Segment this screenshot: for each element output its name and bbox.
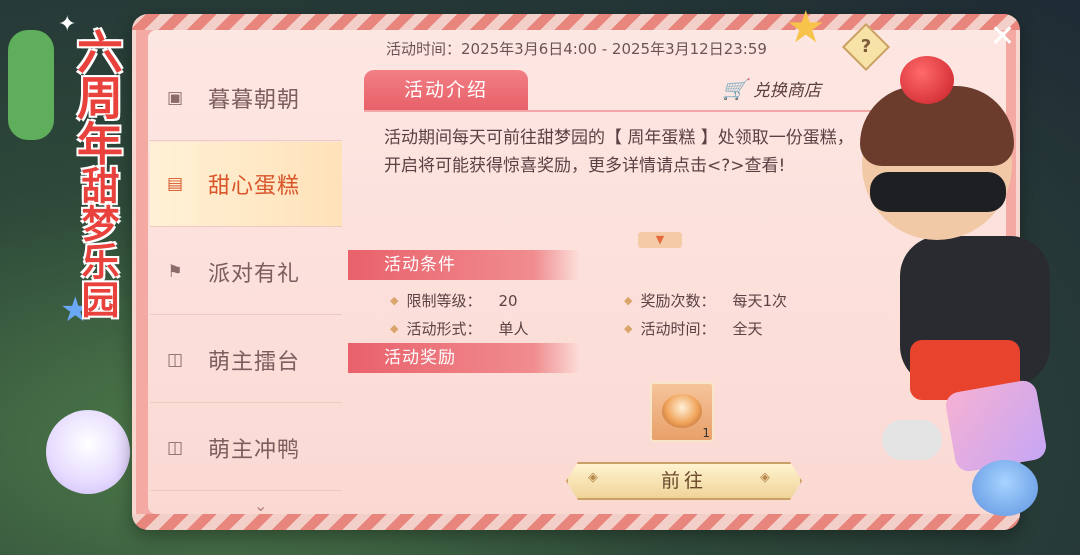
event-time: 活动时间：2025年3月6日4:00 - 2025年3月12日23:59 xyxy=(386,40,767,58)
condition-reward-count: ◆ 奖励次数： 每天1次 xyxy=(624,290,787,311)
cake-box-icon: ▤ xyxy=(166,174,184,194)
scroll-down-icon[interactable]: ⌄ xyxy=(254,496,267,515)
sidebar-item-arena[interactable]: ◫ 萌主擂台 xyxy=(150,318,342,403)
condition-key: 限制等级： xyxy=(406,292,482,310)
condition-key: 奖励次数： xyxy=(640,292,716,310)
diamond-icon: ◆ xyxy=(390,322,399,335)
event-description: 活动期间每天可前往甜梦园的【 周年蛋糕 】处领取一份蛋糕，开启将可能获得惊喜奖励… xyxy=(384,128,854,176)
condition-value: 全天 xyxy=(732,320,763,338)
condition-level: ◆ 限制等级： 20 xyxy=(390,290,518,311)
condition-time: ◆ 活动时间： 全天 xyxy=(624,318,762,339)
sidebar-item-label: 甜心蛋糕 xyxy=(208,174,301,199)
frame-icon: ◫ xyxy=(166,350,184,370)
frame-icon: ◫ xyxy=(166,438,184,458)
character-shoe xyxy=(882,420,942,460)
sidebar-item-mumu[interactable]: ▣ 暮暮朝朝 xyxy=(150,56,342,141)
event-title: 六周年 甜梦乐园 xyxy=(58,28,136,448)
shop-label: 兑换商店 xyxy=(752,81,821,101)
sidebar-item-label: 萌主擂台 xyxy=(208,350,301,375)
event-title-line2: 甜梦乐园 xyxy=(75,166,120,318)
cake-icon xyxy=(662,394,702,428)
conditions-header: 活动条件 xyxy=(348,250,580,280)
cart-icon: 🛒 xyxy=(722,76,747,101)
diamond-icon: ◆ xyxy=(624,322,633,335)
frame-top-border xyxy=(132,14,1020,30)
condition-key: 活动形式： xyxy=(406,320,482,338)
sidebar-item-cake[interactable]: ▤ 甜心蛋糕 xyxy=(150,142,342,227)
mascot-decoration xyxy=(972,460,1038,516)
collapse-arrow-icon[interactable]: ▼ xyxy=(638,232,682,248)
diamond-icon: ◆ xyxy=(624,294,633,307)
cactus-decoration xyxy=(8,30,54,140)
sidebar-item-party[interactable]: ⚑ 派对有礼 xyxy=(150,230,342,315)
rewards-header: 活动奖励 xyxy=(348,343,580,373)
tab-intro[interactable]: 活动介绍 xyxy=(364,70,528,110)
diamond-icon: ◈ xyxy=(588,470,598,485)
frame-bottom-border xyxy=(132,514,1020,530)
reward-item[interactable]: 1 xyxy=(650,382,714,442)
diamond-icon: ◈ xyxy=(760,470,770,485)
shop-link[interactable]: 🛒 兑换商店 xyxy=(722,76,821,102)
diamond-icon: ◆ xyxy=(390,294,399,307)
condition-value: 每天1次 xyxy=(732,292,788,310)
flag-icon: ⚑ xyxy=(167,262,183,282)
reward-count: 1 xyxy=(702,426,710,440)
sidebar-item-label: 萌主冲鸭 xyxy=(208,438,301,463)
apple-icon xyxy=(900,56,954,104)
event-title-line1: 六周年 xyxy=(70,28,124,166)
star-icon: ★ xyxy=(786,2,826,53)
divider xyxy=(364,110,892,112)
sidebar-item-label: 暮暮朝朝 xyxy=(208,88,301,113)
condition-mode: ◆ 活动形式： 单人 xyxy=(390,318,528,339)
sidebar: ▣ 暮暮朝朝 ▤ 甜心蛋糕 ⚑ 派对有礼 ◫ 萌主擂台 ◫ 萌主冲鸭 xyxy=(150,56,342,516)
sidebar-item-rush[interactable]: ◫ 萌主冲鸭 xyxy=(150,406,342,491)
dice-decoration xyxy=(943,378,1049,474)
condition-value: 20 xyxy=(498,291,518,310)
condition-key: 活动时间： xyxy=(640,320,716,338)
calendar-icon: ▣ xyxy=(166,88,184,108)
sidebar-item-label: 派对有礼 xyxy=(208,262,301,287)
condition-value: 单人 xyxy=(498,320,529,338)
sunglasses-icon xyxy=(870,172,1006,212)
